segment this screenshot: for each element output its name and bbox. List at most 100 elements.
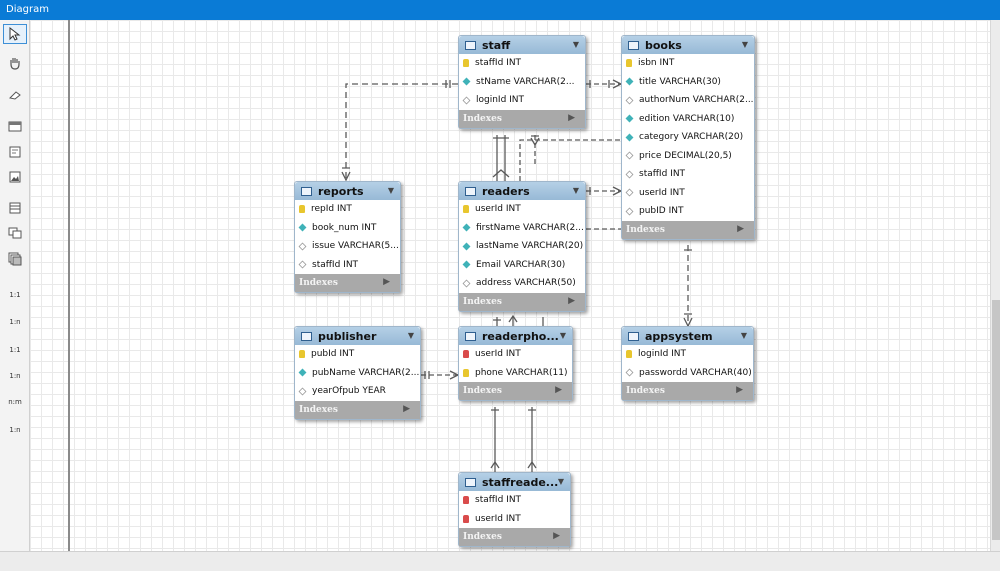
indexes-section[interactable]: Indexes ▶ — [622, 220, 754, 239]
column-row[interactable]: loginId INT — [622, 345, 753, 364]
entity-header[interactable]: staff ▼ — [459, 36, 585, 54]
column-row[interactable]: issue VARCHAR(5... — [295, 237, 400, 256]
scrollbar-thumb[interactable] — [992, 300, 1000, 540]
primary-key-icon — [463, 368, 469, 377]
expand-arrow-icon[interactable]: ▶ — [736, 385, 743, 395]
column-row[interactable]: book_num INT — [295, 219, 400, 238]
entity-header[interactable]: readerpho... ▼ — [459, 327, 572, 345]
column-text: userId INT — [475, 204, 521, 215]
column-row[interactable]: staffId INT — [622, 165, 754, 184]
expand-arrow-icon[interactable]: ▶ — [383, 277, 390, 287]
column-row[interactable]: address VARCHAR(50) — [459, 274, 585, 293]
indexes-section[interactable]: Indexes ▶ — [459, 382, 572, 400]
vertical-scrollbar[interactable] — [990, 20, 1000, 551]
indexes-label: Indexes — [626, 224, 665, 235]
column-row[interactable]: Email VARCHAR(30) — [459, 256, 585, 275]
column-row[interactable]: edition VARCHAR(10) — [622, 110, 754, 129]
indexes-label: Indexes — [463, 296, 502, 307]
entity-header[interactable]: appsystem ▼ — [622, 327, 753, 345]
entity-header[interactable]: reports ▼ — [295, 182, 400, 200]
column-row[interactable]: authorNum VARCHAR(2... — [622, 91, 754, 110]
foreign-key-icon — [463, 514, 469, 523]
collapse-arrow-icon[interactable]: ▼ — [408, 331, 414, 340]
collapse-arrow-icon[interactable]: ▼ — [741, 331, 747, 340]
entity-reports[interactable]: reports ▼ repId INT book_num INT issue VA… — [294, 181, 401, 293]
column-row[interactable]: passwordd VARCHAR(40) — [622, 364, 753, 383]
indexes-section[interactable]: Indexes ▶ — [295, 400, 420, 419]
column-row[interactable]: userId INT — [459, 345, 572, 364]
column-text: staffId INT — [312, 259, 359, 270]
column-row[interactable]: pubName VARCHAR(2... — [295, 364, 420, 383]
collapse-arrow-icon[interactable]: ▼ — [573, 40, 579, 49]
entity-name: readerpho... — [482, 329, 559, 343]
collapse-arrow-icon[interactable]: ▼ — [558, 477, 564, 486]
nullable-column-icon — [462, 279, 471, 288]
nullable-column-icon — [625, 368, 634, 377]
column-row[interactable]: pubID INT — [622, 202, 754, 221]
entity-header[interactable]: readers ▼ — [459, 182, 585, 200]
column-row[interactable]: price DECIMAL(20,5) — [622, 147, 754, 166]
column-row[interactable]: loginId INT — [459, 91, 585, 110]
entity-staffreader[interactable]: staffreade... ▼ staffId INT userId INT In… — [458, 472, 571, 547]
entity-header[interactable]: staffreade... ▼ — [459, 473, 570, 491]
column-row[interactable]: category VARCHAR(20) — [622, 128, 754, 147]
nullable-column-icon — [462, 96, 471, 105]
entity-readers[interactable]: readers ▼ userId INT firstName VARCHAR(2.… — [458, 181, 586, 312]
expand-arrow-icon[interactable]: ▶ — [555, 385, 562, 395]
expand-arrow-icon[interactable]: ▶ — [568, 113, 575, 123]
entity-header[interactable]: books ▼ — [622, 36, 754, 54]
table-icon — [465, 186, 476, 196]
expand-arrow-icon[interactable]: ▶ — [553, 531, 560, 541]
column-row[interactable]: userId INT — [459, 200, 585, 219]
expand-arrow-icon[interactable]: ▶ — [568, 296, 575, 306]
column-row[interactable]: phone VARCHAR(11) — [459, 364, 572, 383]
not-null-column-icon — [625, 77, 634, 86]
relationship-marker — [490, 409, 537, 469]
column-row[interactable]: staffId INT — [295, 256, 400, 275]
entity-name: readers — [482, 184, 530, 198]
entity-header[interactable]: publisher ▼ — [295, 327, 420, 345]
entity-appsystem[interactable]: appsystem ▼ loginId INT passwordd VARCHAR… — [621, 326, 754, 401]
column-row[interactable]: userId INT — [459, 510, 570, 529]
column-row[interactable]: stName VARCHAR(2... — [459, 73, 585, 92]
column-row[interactable]: lastName VARCHAR(20) — [459, 237, 585, 256]
column-row[interactable]: repId INT — [295, 200, 400, 219]
column-row[interactable]: yearOfpub YEAR — [295, 382, 420, 401]
not-null-column-icon — [625, 114, 634, 123]
column-row[interactable]: isbn INT — [622, 54, 754, 73]
column-row[interactable]: staffId INT — [459, 54, 585, 73]
column-text: book_num INT — [312, 222, 377, 233]
nullable-column-icon — [625, 188, 634, 197]
entity-publisher[interactable]: publisher ▼ pubId INT pubName VARCHAR(2..… — [294, 326, 421, 420]
not-null-column-icon — [298, 223, 307, 232]
column-text: pubID INT — [639, 206, 684, 217]
entity-books[interactable]: books ▼ isbn INT title VARCHAR(30) author… — [621, 35, 755, 240]
entity-staff[interactable]: staff ▼ staffId INT stName VARCHAR(2... l… — [458, 35, 586, 129]
indexes-label: Indexes — [299, 404, 338, 415]
relationship-marker — [341, 80, 451, 182]
indexes-section[interactable]: Indexes ▶ — [459, 109, 585, 128]
column-row[interactable]: title VARCHAR(30) — [622, 73, 754, 92]
column-row[interactable]: staffId INT — [459, 491, 570, 510]
bottom-status-bar — [0, 551, 1000, 571]
collapse-arrow-icon[interactable]: ▼ — [560, 331, 566, 340]
primary-key-icon — [299, 350, 305, 359]
indexes-section[interactable]: Indexes ▶ — [622, 382, 753, 400]
column-text: loginId INT — [476, 95, 525, 106]
indexes-section[interactable]: Indexes ▶ — [459, 528, 570, 546]
column-text: userId INT — [475, 513, 521, 524]
collapse-arrow-icon[interactable]: ▼ — [388, 186, 394, 195]
primary-key-icon — [299, 205, 305, 214]
column-text: isbn INT — [638, 58, 675, 69]
table-icon — [301, 331, 312, 341]
collapse-arrow-icon[interactable]: ▼ — [573, 186, 579, 195]
collapse-arrow-icon[interactable]: ▼ — [742, 40, 748, 49]
expand-arrow-icon[interactable]: ▶ — [737, 224, 744, 234]
column-row[interactable]: pubId INT — [295, 345, 420, 364]
entity-readerphone[interactable]: readerpho... ▼ userId INT phone VARCHAR(1… — [458, 326, 573, 401]
column-row[interactable]: userId INT — [622, 184, 754, 203]
column-row[interactable]: firstName VARCHAR(2... — [459, 219, 585, 238]
indexes-section[interactable]: Indexes ▶ — [459, 292, 585, 311]
indexes-section[interactable]: Indexes ▶ — [295, 274, 400, 292]
expand-arrow-icon[interactable]: ▶ — [403, 404, 410, 414]
